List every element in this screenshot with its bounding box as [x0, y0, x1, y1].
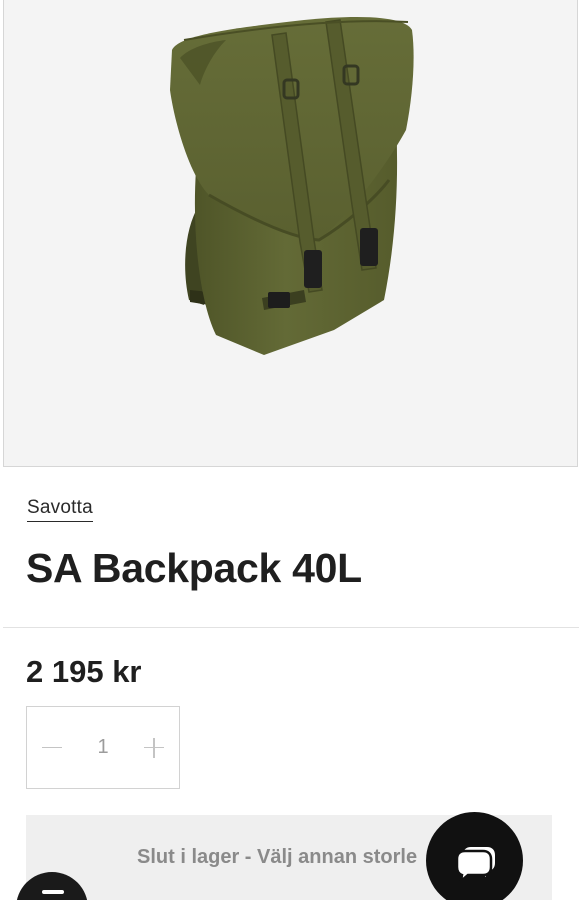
divider [3, 627, 579, 628]
chat-button[interactable] [426, 812, 523, 900]
plus-icon[interactable] [143, 737, 165, 759]
quantity-input[interactable] [83, 736, 123, 759]
menu-icon [42, 890, 64, 894]
chat-bubbles-icon [455, 846, 495, 881]
product-title: SA Backpack 40L [26, 545, 362, 591]
brand-link[interactable]: Savotta [27, 497, 93, 522]
product-image[interactable] [3, 0, 578, 467]
quantity-stepper [26, 706, 180, 789]
minus-icon[interactable] [41, 737, 63, 759]
backpack-image [170, 17, 414, 355]
product-price: 2 195 kr [26, 654, 142, 689]
